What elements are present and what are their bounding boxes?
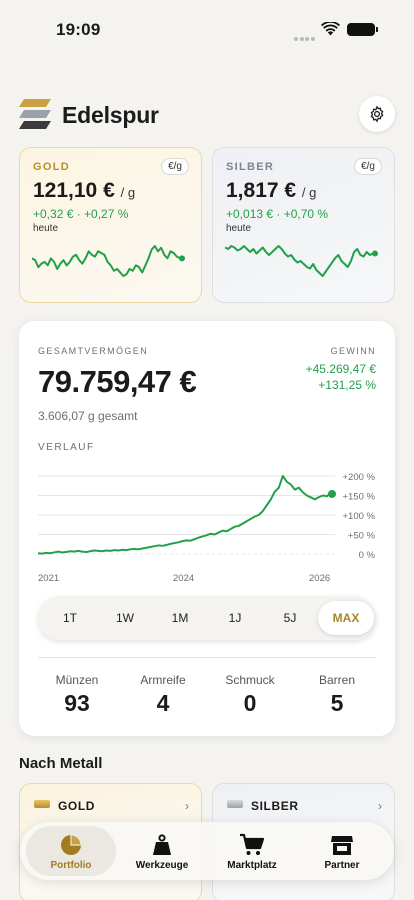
silver-change: +0,013 € · +0,70 % [226, 207, 329, 221]
gear-icon [370, 105, 384, 123]
battery-icon [347, 23, 378, 36]
chart-title: VERLAUF [38, 442, 95, 453]
count-label: Münzen [55, 673, 99, 687]
tab-tools-label: Werkzeuge [135, 860, 189, 871]
gold-price-per: / g [120, 185, 136, 200]
chevron-right-icon: › [185, 799, 189, 813]
silver-holdings-name: SILBER [251, 799, 299, 813]
sparkline-end-dot [372, 250, 378, 257]
chevron-right-icon: › [378, 799, 382, 813]
silver-period: heute [226, 223, 252, 234]
silver-price: 1,817 € / g [226, 179, 316, 203]
total-assets-value: 79.759,47 € [38, 364, 197, 399]
gain-percent: +131,25 % [318, 378, 376, 392]
time-range-selector: 1T 1W 1M 1J 5J MAX [38, 596, 376, 640]
weight-icon [153, 834, 171, 855]
tab-market-label: Marktplatz [227, 860, 277, 871]
gold-label: GOLD [33, 161, 70, 173]
silver-label: SILBER [226, 161, 275, 173]
gold-price-card[interactable]: GOLD €/g 121,10 € / g +0,32 € · +0,27 % … [19, 147, 202, 303]
divider [38, 657, 376, 658]
range-button-1t[interactable]: 1T [42, 601, 98, 635]
wifi-icon [321, 22, 340, 36]
count-item[interactable]: Barren 5 [297, 673, 377, 717]
count-label: Barren [318, 673, 356, 687]
x-tick-label: 2024 [173, 573, 194, 584]
count-item[interactable]: Schmuck 0 [210, 673, 290, 717]
tab-partner[interactable]: Partner [297, 826, 387, 876]
status-time: 19:09 [56, 20, 101, 39]
count-value: 5 [330, 690, 344, 716]
gold-bar-icon [34, 800, 50, 808]
silver-price-card[interactable]: SILBER €/g 1,817 € / g +0,013 € · +0,70 … [212, 147, 395, 303]
gold-unit-toggle[interactable]: €/g [161, 158, 189, 175]
store-icon [331, 836, 353, 855]
sparkline-path [32, 245, 181, 277]
count-value: 93 [64, 690, 90, 716]
y-tick-label: +50 % [348, 531, 376, 542]
cart-icon [240, 833, 265, 855]
pie-chart-icon [61, 834, 82, 855]
tab-portfolio[interactable]: Portfolio [26, 826, 116, 876]
status-bar: 19:09 [0, 0, 414, 56]
range-button-1j[interactable]: 1J [207, 601, 263, 635]
range-button-5j[interactable]: 5J [262, 601, 318, 635]
history-chart: +200 % +150 % +100 % +50 % 0 % 2021 2024 2026 [37, 472, 376, 584]
silver-unit-toggle[interactable]: €/g [354, 158, 382, 175]
total-assets-label: GESAMTVERMÖGEN [38, 346, 149, 356]
series-end-dot [328, 489, 336, 498]
app-title: Edelspur [62, 102, 159, 128]
tab-partner-label: Partner [324, 860, 360, 871]
silver-bar-icon [227, 800, 243, 808]
count-value: 4 [156, 690, 170, 716]
silver-price-value: 1,817 € [226, 179, 297, 202]
count-item[interactable]: Münzen 93 [37, 673, 117, 717]
tab-portfolio-label: Portfolio [50, 860, 92, 871]
y-tick-label: +100 % [343, 511, 376, 522]
signal-dots-icon [294, 28, 316, 41]
gold-price-value: 121,10 € [33, 179, 115, 202]
gold-price: 121,10 € / g [33, 179, 135, 203]
gold-change: +0,32 € · +0,27 % [33, 207, 129, 221]
sparkline-end-dot [179, 255, 185, 262]
app-header: Edelspur [19, 96, 395, 136]
range-button-max[interactable]: MAX [318, 601, 374, 635]
tab-bar: Portfolio Werkzeuge Marktplatz Partner [20, 822, 394, 880]
tab-market[interactable]: Marktplatz [207, 826, 297, 876]
silver-sparkline [225, 245, 378, 277]
y-tick-label: +200 % [343, 472, 376, 483]
range-button-1w[interactable]: 1W [97, 601, 153, 635]
y-tick-label: +150 % [343, 492, 376, 503]
tab-tools[interactable]: Werkzeuge [117, 826, 207, 876]
x-tick-label: 2026 [309, 573, 330, 584]
total-weight: 3.606,07 g gesamt [38, 409, 138, 423]
count-label: Schmuck [225, 673, 275, 687]
y-tick-label: 0 % [359, 550, 376, 561]
settings-button[interactable] [359, 96, 395, 132]
count-item[interactable]: Armreife 4 [123, 673, 203, 717]
gain-label: GEWINN [330, 346, 376, 356]
gold-holdings-name: GOLD [58, 799, 96, 813]
app-logo-icon [19, 99, 51, 129]
x-tick-label: 2021 [38, 573, 59, 584]
portfolio-card: GESAMTVERMÖGEN 79.759,47 € 3.606,07 g ge… [19, 321, 395, 736]
sparkline-path [225, 245, 374, 277]
by-metal-title: Nach Metall [19, 755, 103, 772]
range-button-1m[interactable]: 1M [152, 601, 208, 635]
gold-period: heute [33, 223, 59, 234]
gain-absolute: +45.269,47 € [305, 362, 376, 376]
silver-price-per: / g [301, 185, 317, 200]
count-value: 0 [243, 690, 257, 716]
gold-sparkline [32, 245, 185, 277]
count-label: Armreife [140, 673, 186, 687]
